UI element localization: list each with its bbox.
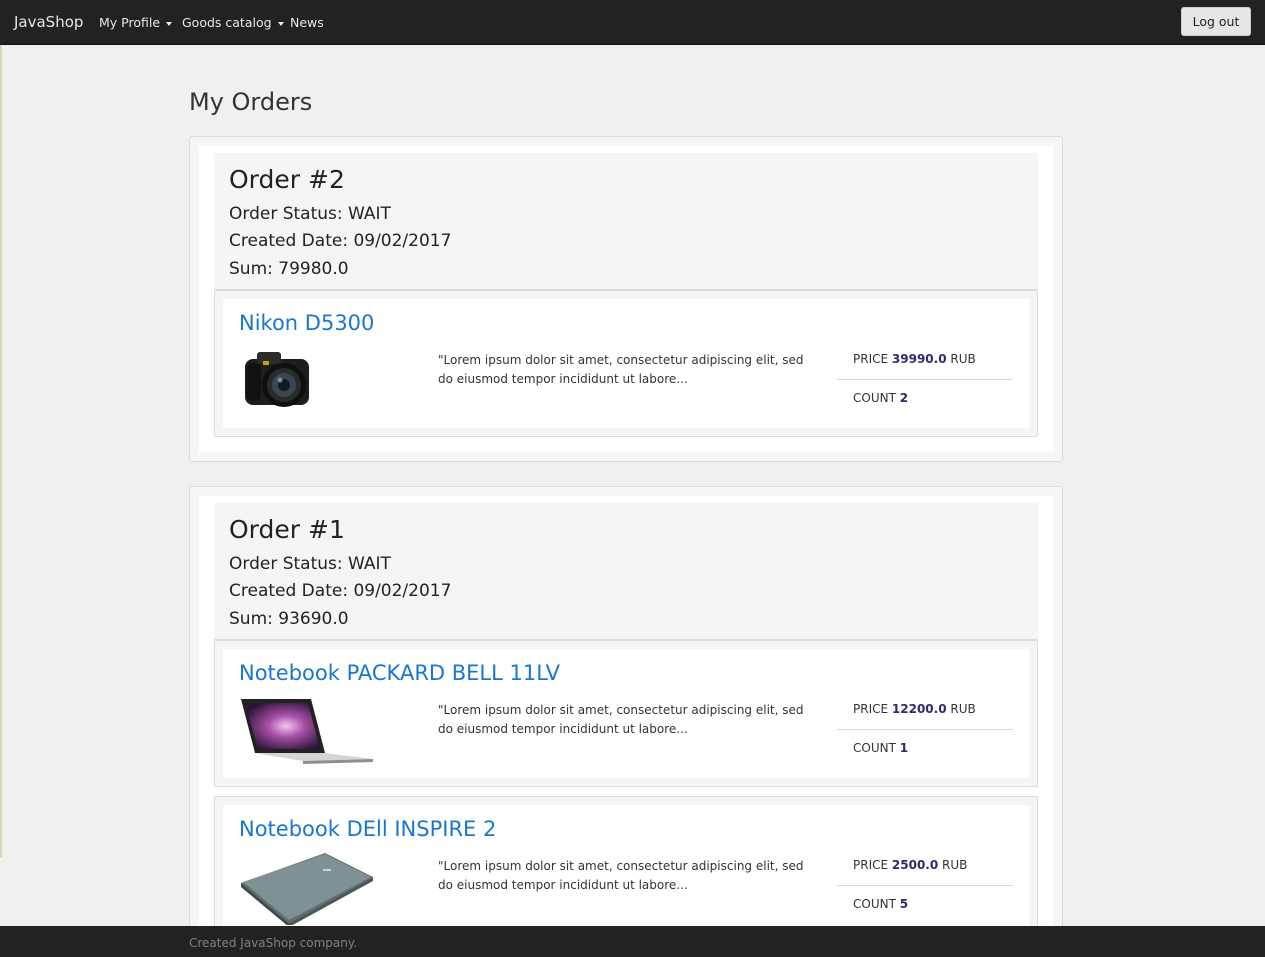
product-card: Notebook DEll INSPIRE 2 "Lorem ipsum dol… [223,805,1029,934]
count-row: COUNT 1 [837,730,1013,756]
count-value: 1 [899,741,909,755]
top-navbar: JavaShop My Profile Goods catalog News L… [0,0,1265,45]
nav-news[interactable]: News [290,15,324,30]
laptop-open-image[interactable] [239,695,379,769]
order-title: Order #1 [229,515,345,544]
nav-news-label: News [290,15,324,30]
order-header: Order #2 Order Status: WAIT Created Date… [214,153,1038,290]
order-status: Order Status: WAIT [229,554,391,574]
price-count-box: PRICE 12200.0 RUB COUNT 1 [837,701,1013,756]
price-count-box: PRICE 39990.0 RUB COUNT 2 [837,351,1013,406]
count-value: 5 [899,897,909,911]
camera-image[interactable] [239,345,379,419]
left-edge-divider [0,45,2,857]
nav-my-profile[interactable]: My Profile [99,15,173,30]
count-row: COUNT 5 [837,886,1013,912]
order-product-item: Notebook PACKARD BELL 11LV "Lorem ipsum … [214,640,1038,787]
order-title: Order #2 [229,165,345,194]
order-product-item: Nikon D5300 "Lorem ipsum dolor sit amet,… [214,290,1038,437]
order-card: Order #2 Order Status: WAIT Created Date… [189,136,1063,462]
price-label: PRICE [853,352,889,366]
page-title: My Orders [189,88,313,116]
laptop-closed-image[interactable] [239,851,379,925]
order-card-body: Order #1 Order Status: WAIT Created Date… [199,496,1053,956]
caret-down-icon [277,21,284,26]
price-value: 39990.0 [891,352,947,366]
currency-label: RUB [950,702,976,716]
logout-button[interactable]: Log out [1181,7,1251,36]
count-row: COUNT 2 [837,380,1013,406]
order-sum: Sum: 93690.0 [229,609,349,629]
currency-label: RUB [950,352,976,366]
currency-label: RUB [942,858,968,872]
order-created-date: Created Date: 09/02/2017 [229,581,452,601]
count-label: COUNT [853,741,896,755]
product-name-link[interactable]: Nikon D5300 [239,311,374,335]
product-name-link[interactable]: Notebook PACKARD BELL 11LV [239,661,560,685]
product-description: "Lorem ipsum dolor sit amet, consectetur… [438,353,804,386]
order-status: Order Status: WAIT [229,204,391,224]
product-description: "Lorem ipsum dolor sit amet, consectetur… [438,703,804,736]
price-row: PRICE 39990.0 RUB [837,351,1013,380]
count-value: 2 [899,391,909,405]
price-row: PRICE 12200.0 RUB [837,701,1013,730]
product-description: "Lorem ipsum dolor sit amet, consectetur… [438,859,804,892]
product-card: Nikon D5300 "Lorem ipsum dolor sit amet,… [223,299,1029,428]
footer-copyright: Created JavaShop company. [189,936,358,950]
price-label: PRICE [853,702,889,716]
price-label: PRICE [853,858,889,872]
footer: Created JavaShop company. [0,926,1265,957]
order-product-item: Notebook DEll INSPIRE 2 "Lorem ipsum dol… [214,796,1038,943]
order-created-date: Created Date: 09/02/2017 [229,231,452,251]
product-name-link[interactable]: Notebook DEll INSPIRE 2 [239,817,496,841]
price-value: 2500.0 [891,858,939,872]
nav-goods-catalog-label: Goods catalog [182,15,272,30]
price-value: 12200.0 [891,702,947,716]
brand-link[interactable]: JavaShop [14,13,83,31]
caret-down-icon [166,21,173,26]
price-row: PRICE 2500.0 RUB [837,857,1013,886]
price-count-box: PRICE 2500.0 RUB COUNT 5 [837,857,1013,912]
nav-my-profile-label: My Profile [99,15,161,30]
order-header: Order #1 Order Status: WAIT Created Date… [214,503,1038,640]
count-label: COUNT [853,391,896,405]
order-card: Order #1 Order Status: WAIT Created Date… [189,486,1063,957]
order-sum: Sum: 79980.0 [229,259,349,279]
product-card: Notebook PACKARD BELL 11LV "Lorem ipsum … [223,649,1029,778]
count-label: COUNT [853,897,896,911]
nav-goods-catalog[interactable]: Goods catalog [182,15,284,30]
order-card-body: Order #2 Order Status: WAIT Created Date… [199,146,1053,452]
